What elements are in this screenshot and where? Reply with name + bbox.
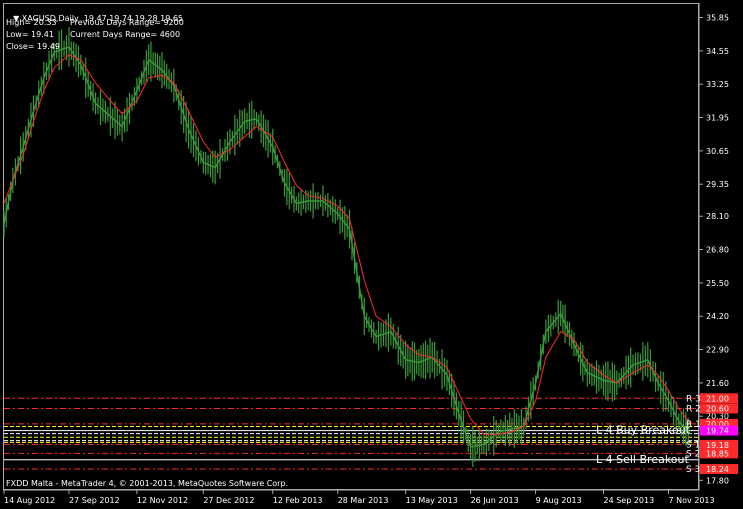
price-badge-label: 20.60 bbox=[706, 405, 729, 414]
y-tick-label: 25.50 bbox=[706, 279, 729, 288]
y-tick-label: 24.20 bbox=[706, 312, 729, 321]
level-label: S 3 bbox=[686, 465, 700, 475]
price-badge-label: 18.24 bbox=[706, 465, 729, 474]
x-tick-label: 14 Aug 2012 bbox=[4, 496, 55, 505]
y-tick-label: 22.90 bbox=[706, 346, 729, 355]
close-value: Close= 19.49 bbox=[6, 42, 60, 51]
y-tick-label: 34.55 bbox=[706, 47, 729, 56]
y-tick-label: 28.10 bbox=[706, 212, 729, 221]
low-value: Low= 19.41 bbox=[6, 30, 54, 39]
x-tick-label: 7 Nov 2013 bbox=[668, 496, 714, 505]
y-tick-label: 17.80 bbox=[706, 476, 729, 485]
x-tick-label: 13 May 2013 bbox=[406, 496, 458, 505]
current-range: Current Days Range= 4600 bbox=[70, 30, 181, 39]
x-tick-label: 12 Nov 2012 bbox=[137, 496, 188, 505]
platform-credit: FXDD Malta - MetaTrader 4, © 2001-2013, … bbox=[6, 479, 289, 488]
price-badge-label: 18.85 bbox=[706, 449, 729, 458]
y-tick-label: 31.95 bbox=[706, 114, 729, 123]
level-label: R 3 bbox=[686, 394, 701, 404]
y-tick-label: 21.60 bbox=[706, 379, 729, 388]
x-tick-label: 28 Mar 2013 bbox=[338, 496, 389, 505]
x-tick-label: 27 Sep 2012 bbox=[69, 496, 120, 505]
level-label: R 2 bbox=[686, 405, 701, 415]
price-badge-label: 19.74 bbox=[706, 427, 729, 436]
x-tick-label: 9 Aug 2013 bbox=[536, 496, 582, 505]
x-tick-label: 27 Dec 2012 bbox=[203, 496, 254, 505]
level-label: L 4 Buy Breakout bbox=[596, 424, 691, 437]
y-tick-label: 35.85 bbox=[706, 14, 729, 23]
previous-range: Previous Days Range= 9200 bbox=[70, 18, 184, 27]
y-tick-label: 26.80 bbox=[706, 246, 729, 255]
x-tick-label: 12 Feb 2013 bbox=[273, 496, 323, 505]
price-badge-label: 21.00 bbox=[706, 394, 729, 403]
x-tick-label: 26 Jun 2013 bbox=[471, 496, 519, 505]
level-label: L 4 Sell Breakout bbox=[596, 453, 689, 466]
y-tick-label: 30.65 bbox=[706, 147, 729, 156]
y-tick-label: 33.25 bbox=[706, 80, 729, 89]
y-tick-label: 29.35 bbox=[706, 180, 729, 189]
high-value: High= 20.33 bbox=[6, 18, 57, 27]
price-chart[interactable]: R 3R 2R 1L 4 Buy BreakoutS 1S 2L 4 Sell … bbox=[0, 0, 743, 509]
x-tick-label: 24 Sep 2013 bbox=[603, 496, 654, 505]
